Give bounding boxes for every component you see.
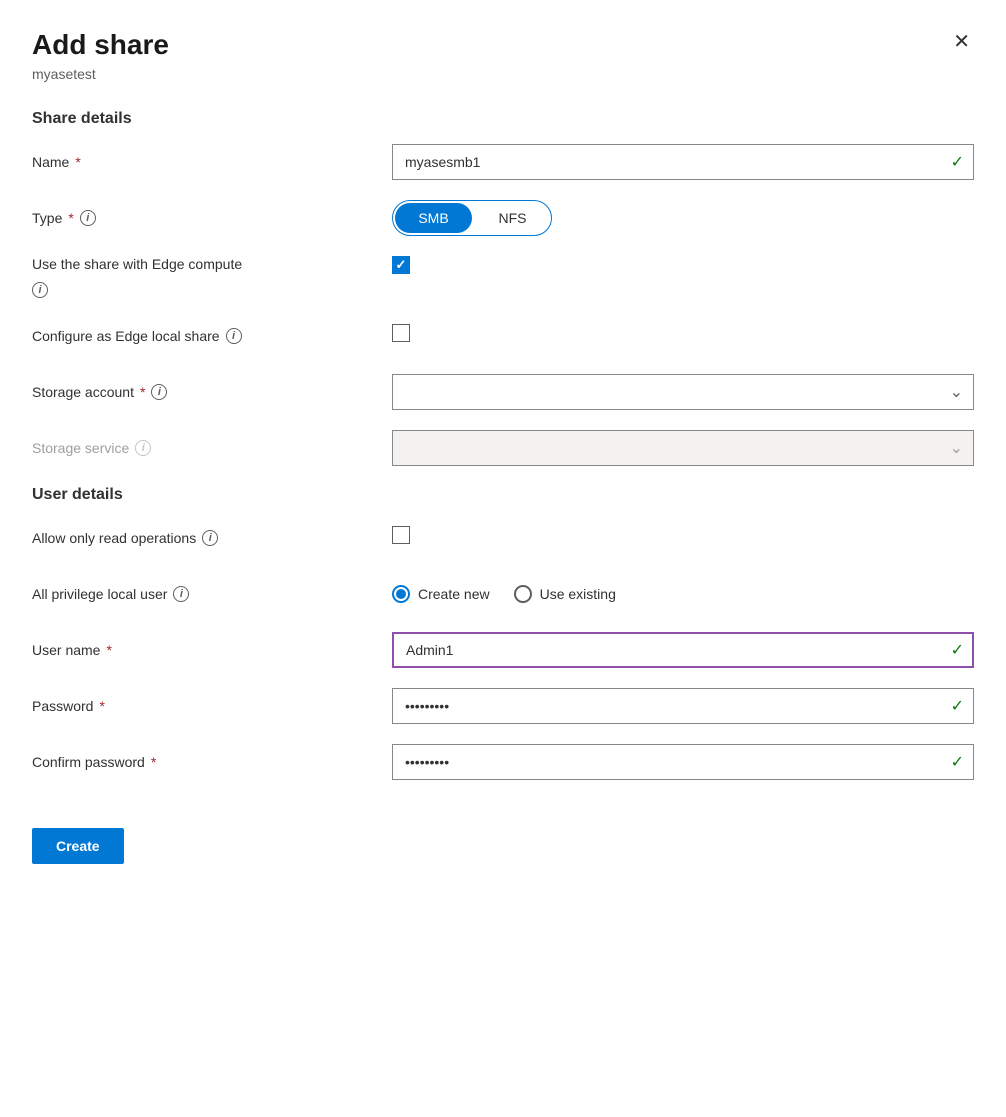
storage-account-row: Storage account * i ⌄ bbox=[32, 374, 974, 410]
edge-local-checkbox[interactable] bbox=[392, 324, 410, 342]
confirm-password-label: Confirm password * bbox=[32, 754, 392, 770]
type-required: * bbox=[68, 210, 73, 226]
local-user-options: Create new Use existing bbox=[392, 585, 974, 603]
name-check-icon: ✓ bbox=[951, 152, 964, 172]
name-required: * bbox=[75, 154, 80, 170]
create-new-radio[interactable] bbox=[392, 585, 410, 603]
user-name-check-icon: ✓ bbox=[951, 640, 964, 660]
storage-service-info-icon[interactable]: i bbox=[135, 440, 151, 456]
read-only-checkbox[interactable] bbox=[392, 526, 410, 544]
edge-local-label: Configure as Edge local share i bbox=[32, 328, 392, 344]
name-input-wrapper: ✓ bbox=[392, 144, 974, 180]
title-group: Add share myasetest bbox=[32, 28, 169, 106]
storage-account-arrow-icon: ⌄ bbox=[950, 382, 963, 402]
type-nfs-option[interactable]: NFS bbox=[474, 201, 551, 235]
storage-account-dropdown[interactable]: ⌄ bbox=[392, 374, 974, 410]
dialog-subtitle: myasetest bbox=[32, 66, 169, 82]
confirm-password-input[interactable] bbox=[392, 744, 974, 780]
dialog-header: Add share myasetest ✕ bbox=[32, 28, 974, 106]
type-toggle-wrapper: SMB NFS bbox=[392, 200, 974, 236]
close-button[interactable]: ✕ bbox=[949, 28, 974, 56]
storage-service-dropdown-wrapper: ⌄ bbox=[392, 430, 974, 466]
read-only-label: Allow only read operations i bbox=[32, 530, 392, 546]
storage-account-dropdown-wrapper: ⌄ bbox=[392, 374, 974, 410]
type-row: Type * i SMB NFS bbox=[32, 200, 974, 236]
user-name-input-wrapper: ✓ bbox=[392, 632, 974, 668]
user-name-label: User name * bbox=[32, 642, 392, 658]
edge-compute-checkbox-wrapper bbox=[392, 256, 974, 274]
edge-local-row: Configure as Edge local share i bbox=[32, 318, 974, 354]
use-existing-label: Use existing bbox=[540, 586, 616, 602]
use-existing-radio[interactable] bbox=[514, 585, 532, 603]
create-button[interactable]: Create bbox=[32, 828, 124, 864]
local-user-radio-group: Create new Use existing bbox=[392, 585, 974, 603]
type-smb-option[interactable]: SMB bbox=[395, 203, 472, 233]
dialog-title: Add share bbox=[32, 28, 169, 62]
edge-local-checkbox-wrapper bbox=[392, 324, 974, 347]
user-name-row: User name * ✓ bbox=[32, 632, 974, 668]
storage-service-row: Storage service i ⌄ bbox=[32, 430, 974, 466]
password-check-icon: ✓ bbox=[951, 696, 964, 716]
user-name-input[interactable] bbox=[392, 632, 974, 668]
local-user-row: All privilege local user i Create new Us… bbox=[32, 576, 974, 612]
type-label: Type * i bbox=[32, 210, 392, 226]
password-row: Password * ✓ bbox=[32, 688, 974, 724]
create-new-option[interactable]: Create new bbox=[392, 585, 490, 603]
use-existing-option[interactable]: Use existing bbox=[514, 585, 616, 603]
password-label: Password * bbox=[32, 698, 392, 714]
storage-service-label: Storage service i bbox=[32, 440, 392, 456]
type-info-icon[interactable]: i bbox=[80, 210, 96, 226]
user-details-section-title: User details bbox=[32, 486, 974, 504]
storage-account-label: Storage account * i bbox=[32, 384, 392, 400]
edge-compute-info-icon[interactable]: i bbox=[32, 282, 48, 298]
storage-service-dropdown: ⌄ bbox=[392, 430, 974, 466]
edge-local-info-icon[interactable]: i bbox=[226, 328, 242, 344]
name-input[interactable] bbox=[392, 144, 974, 180]
name-row: Name * ✓ bbox=[32, 144, 974, 180]
share-details-section-title: Share details bbox=[32, 110, 974, 128]
local-user-label: All privilege local user i bbox=[32, 586, 392, 602]
add-share-dialog: Add share myasetest ✕ Share details Name… bbox=[0, 0, 1006, 1117]
user-name-required: * bbox=[106, 642, 111, 658]
local-user-info-icon[interactable]: i bbox=[173, 586, 189, 602]
read-only-row: Allow only read operations i bbox=[32, 520, 974, 556]
edge-compute-checkbox[interactable] bbox=[392, 256, 410, 274]
storage-account-required: * bbox=[140, 384, 145, 400]
confirm-password-check-icon: ✓ bbox=[951, 752, 964, 772]
read-only-info-icon[interactable]: i bbox=[202, 530, 218, 546]
type-toggle[interactable]: SMB NFS bbox=[392, 200, 552, 236]
name-label: Name * bbox=[32, 154, 392, 170]
storage-service-arrow-icon: ⌄ bbox=[950, 438, 963, 458]
create-new-label: Create new bbox=[418, 586, 490, 602]
confirm-password-required: * bbox=[151, 754, 156, 770]
storage-account-info-icon[interactable]: i bbox=[151, 384, 167, 400]
edge-compute-row: Use the share with Edge compute i bbox=[32, 256, 974, 298]
password-input-wrapper: ✓ bbox=[392, 688, 974, 724]
read-only-checkbox-wrapper bbox=[392, 526, 974, 549]
password-input[interactable] bbox=[392, 688, 974, 724]
edge-compute-label: Use the share with Edge compute i bbox=[32, 256, 392, 298]
confirm-password-input-wrapper: ✓ bbox=[392, 744, 974, 780]
password-required: * bbox=[99, 698, 104, 714]
confirm-password-row: Confirm password * ✓ bbox=[32, 744, 974, 780]
